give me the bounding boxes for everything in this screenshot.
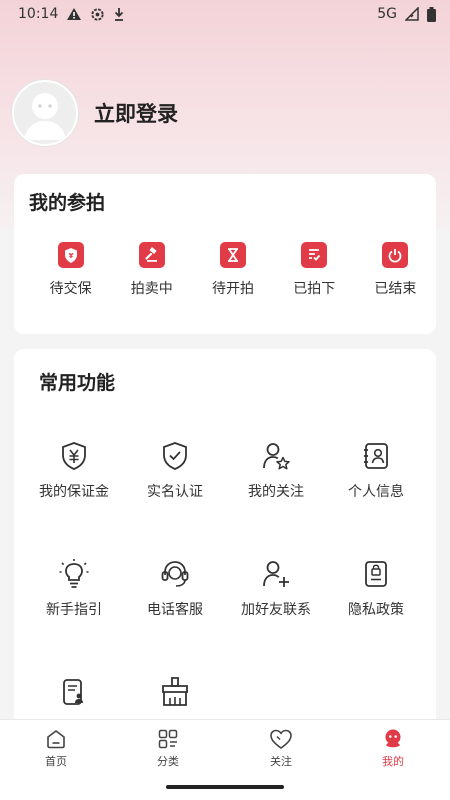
tab-category[interactable]: 分类 — [123, 728, 213, 769]
add-friend-item[interactable]: 加好友联系 — [226, 557, 326, 619]
login-button[interactable]: 立即登录 — [94, 98, 178, 128]
tool-label: 隐私政策 — [348, 602, 404, 618]
heart-icon — [270, 729, 292, 749]
my-auctions-title: 我的参拍 — [29, 192, 106, 214]
tool-label: 我的保证金 — [39, 484, 109, 500]
privacy-doc-icon — [359, 557, 393, 591]
clear-cache-icon — [158, 675, 192, 709]
real-name-verify-item[interactable]: 实名认证 — [125, 439, 225, 501]
auction-status-label: 拍卖中 — [130, 281, 173, 297]
profile-section: 立即登录 — [12, 80, 178, 146]
my-auctions-card: 我的参拍 ¥ 待交保 拍卖中 待开拍 已拍下 已结束 — [14, 174, 436, 334]
home-icon — [47, 730, 65, 749]
mascot-icon — [385, 729, 401, 748]
tab-mine[interactable]: 我的 — [348, 728, 438, 769]
tab-home[interactable]: 首页 — [11, 728, 101, 769]
tool-label: 新手指引 — [46, 602, 102, 618]
tab-label: 关注 — [270, 755, 292, 768]
checklist-icon — [301, 242, 328, 268]
beginner-guide-item[interactable]: 新手指引 — [24, 557, 124, 619]
auction-upcoming[interactable]: 待开拍 — [192, 242, 273, 298]
tool-label: 个人信息 — [348, 484, 404, 500]
status-bar-left: 10:14 — [18, 6, 125, 22]
auction-in-progress[interactable]: 拍卖中 — [111, 242, 192, 298]
default-avatar-icon — [24, 93, 66, 140]
status-bar-right: 5G — [377, 6, 436, 22]
alert-icon — [67, 8, 82, 20]
auction-won[interactable]: 已拍下 — [274, 242, 355, 298]
gavel-icon — [138, 242, 165, 268]
add-friend-icon — [259, 557, 293, 591]
my-auctions-row: ¥ 待交保 拍卖中 待开拍 已拍下 已结束 — [14, 242, 436, 298]
tool-label: 电话客服 — [147, 602, 203, 618]
download-icon — [115, 7, 124, 21]
battery-icon — [427, 6, 436, 22]
power-icon — [382, 242, 409, 268]
tab-label: 首页 — [45, 755, 67, 768]
status-time: 10:14 — [18, 6, 59, 22]
tab-label: 分类 — [157, 755, 179, 768]
auction-pending-deposit[interactable]: ¥ 待交保 — [30, 242, 111, 298]
tool-label: 我的关注 — [248, 484, 304, 500]
auction-ended[interactable]: 已结束 — [355, 242, 436, 298]
home-indicator — [166, 785, 284, 789]
auction-status-label: 待交保 — [49, 281, 92, 297]
status-bar: 10:14 5G — [0, 0, 450, 28]
signal-icon — [405, 7, 419, 21]
clear-cache-item[interactable] — [125, 675, 225, 717]
my-deposit-item[interactable]: 我的保证金 — [24, 439, 124, 501]
auction-status-label: 已拍下 — [293, 281, 336, 297]
deposit-shield-icon — [57, 439, 91, 473]
common-functions-grid: 我的保证金 实名认证 我的关注 个人信息 新手指引 电话客服 加好友联系 隐私政… — [14, 349, 436, 729]
privacy-policy-item[interactable]: 隐私政策 — [326, 557, 426, 619]
personal-info-item[interactable]: 个人信息 — [326, 439, 426, 501]
common-functions-card: 常用功能 我的保证金 实名认证 我的关注 个人信息 新手指引 电话客服 加好友联… — [14, 349, 436, 729]
category-icon — [158, 729, 178, 749]
lightbulb-icon — [57, 557, 91, 591]
headset-icon — [158, 557, 192, 591]
tool-label: 加好友联系 — [241, 602, 311, 618]
verify-shield-icon — [158, 439, 192, 473]
yuan-shield-icon: ¥ — [57, 242, 84, 268]
tool-label: 实名认证 — [147, 484, 203, 500]
network-label: 5G — [377, 6, 397, 22]
tab-label: 我的 — [382, 755, 404, 768]
my-follow-item[interactable]: 我的关注 — [226, 439, 326, 501]
settings-icon — [91, 7, 104, 21]
document-user-item[interactable] — [24, 675, 124, 717]
contact-card-icon — [359, 439, 393, 473]
avatar[interactable] — [12, 80, 78, 146]
hourglass-icon — [220, 242, 246, 268]
tab-follow[interactable]: 关注 — [236, 728, 326, 769]
user-star-icon — [259, 439, 293, 473]
auction-status-label: 待开拍 — [212, 281, 254, 297]
svg-text:¥: ¥ — [68, 252, 73, 260]
phone-service-item[interactable]: 电话客服 — [125, 557, 225, 619]
document-user-icon — [57, 675, 91, 709]
auction-status-label: 已结束 — [374, 281, 417, 297]
